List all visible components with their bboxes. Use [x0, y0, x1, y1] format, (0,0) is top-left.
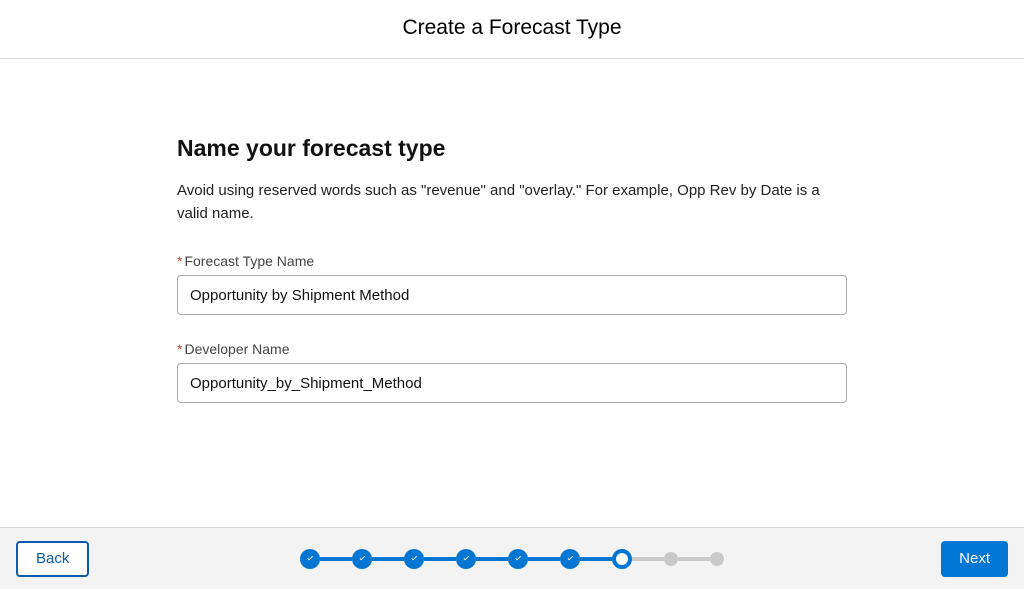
page-header: Create a Forecast Type [0, 0, 1024, 59]
section-title: Name your forecast type [177, 135, 847, 162]
check-icon [409, 553, 420, 564]
forecast-type-name-label: *Forecast Type Name [177, 253, 847, 269]
check-icon [565, 553, 576, 564]
progress-step-4[interactable] [456, 549, 476, 569]
required-indicator: * [177, 341, 182, 357]
progress-connector [424, 557, 456, 561]
progress-connector [632, 557, 664, 561]
developer-name-input[interactable] [177, 363, 847, 403]
forecast-type-name-input[interactable] [177, 275, 847, 315]
progress-step-2[interactable] [352, 549, 372, 569]
progress-step-8 [664, 552, 678, 566]
progress-connector [580, 557, 612, 561]
progress-step-3[interactable] [404, 549, 424, 569]
page-title: Create a Forecast Type [0, 16, 1024, 40]
main-content: Name your forecast type Avoid using rese… [0, 59, 1024, 527]
progress-step-6[interactable] [560, 549, 580, 569]
next-button[interactable]: Next [941, 541, 1008, 577]
check-icon [513, 553, 524, 564]
section-description: Avoid using reserved words such as "reve… [177, 180, 847, 225]
progress-connector [678, 557, 710, 561]
progress-connector [476, 557, 508, 561]
progress-step-9 [710, 552, 724, 566]
progress-connector [372, 557, 404, 561]
check-icon [305, 553, 316, 564]
field-developer-name: *Developer Name [177, 341, 847, 403]
wizard-footer: Back Next [0, 527, 1024, 589]
progress-step-7-current[interactable] [612, 549, 632, 569]
developer-name-label: *Developer Name [177, 341, 847, 357]
form-area: Name your forecast type Avoid using rese… [177, 135, 847, 527]
progress-connector [320, 557, 352, 561]
progress-step-5[interactable] [508, 549, 528, 569]
check-icon [461, 553, 472, 564]
progress-indicator [300, 549, 724, 569]
back-button[interactable]: Back [16, 541, 89, 577]
required-indicator: * [177, 253, 182, 269]
check-icon [357, 553, 368, 564]
field-forecast-type-name: *Forecast Type Name [177, 253, 847, 315]
progress-connector [528, 557, 560, 561]
progress-step-1[interactable] [300, 549, 320, 569]
